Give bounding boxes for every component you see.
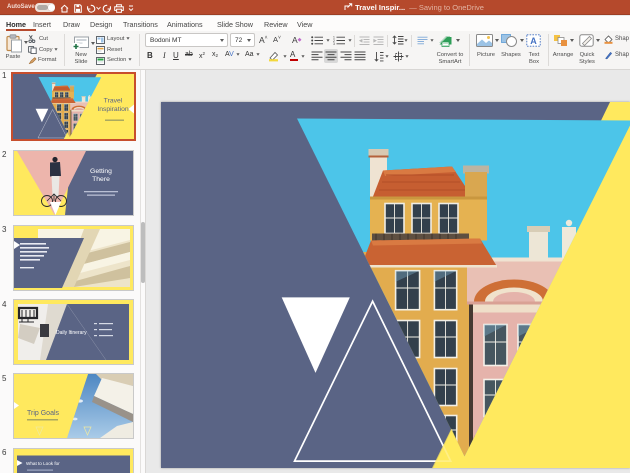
svg-text:There: There [92,176,110,183]
svg-text:Inspiration: Inspiration [97,106,129,113]
svg-text:What to Look for: What to Look for [26,461,60,466]
svg-text:3: 3 [333,42,335,45]
svg-text:Daily Itinerary: Daily Itinerary [56,330,87,336]
svg-text:Trip Goals: Trip Goals [27,410,60,417]
svg-text:Getting: Getting [90,168,112,175]
svg-text:Travel: Travel [104,97,123,104]
svg-text:A: A [530,36,537,46]
